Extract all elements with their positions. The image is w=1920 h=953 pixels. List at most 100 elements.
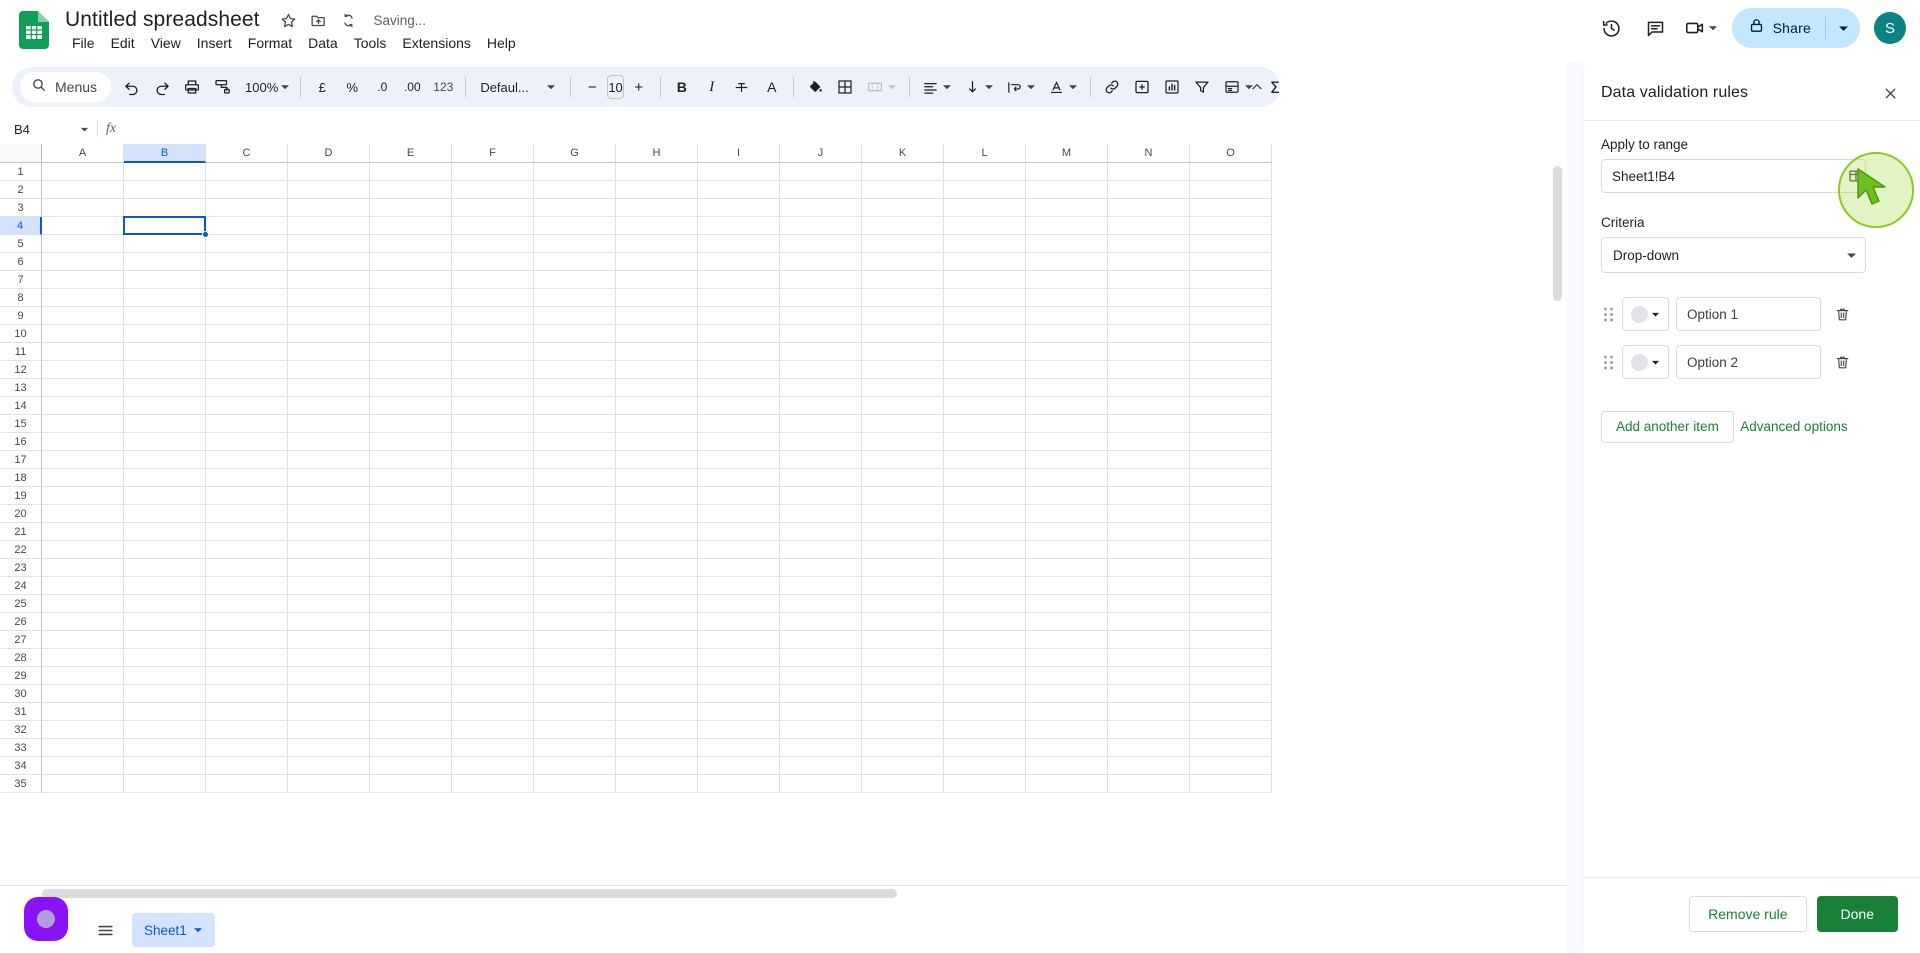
- cell-C20[interactable]: [206, 505, 288, 523]
- cell-F20[interactable]: [452, 505, 534, 523]
- cell-H13[interactable]: [616, 379, 698, 397]
- cell-N29[interactable]: [1108, 667, 1190, 685]
- cell-D21[interactable]: [288, 523, 370, 541]
- cell-E7[interactable]: [370, 271, 452, 289]
- cell-L23[interactable]: [944, 559, 1026, 577]
- cell-L27[interactable]: [944, 631, 1026, 649]
- cell-C23[interactable]: [206, 559, 288, 577]
- cell-M3[interactable]: [1026, 199, 1108, 217]
- cell-H17[interactable]: [616, 451, 698, 469]
- cell-B19[interactable]: [124, 487, 206, 505]
- cell-A6[interactable]: [42, 253, 124, 271]
- avatar[interactable]: S: [1874, 12, 1906, 44]
- cell-G7[interactable]: [534, 271, 616, 289]
- cell-B26[interactable]: [124, 613, 206, 631]
- cell-M33[interactable]: [1026, 739, 1108, 757]
- cell-F29[interactable]: [452, 667, 534, 685]
- cell-B2[interactable]: [124, 181, 206, 199]
- add-another-item-button[interactable]: Add another item: [1601, 410, 1734, 443]
- cell-M19[interactable]: [1026, 487, 1108, 505]
- cell-H15[interactable]: [616, 415, 698, 433]
- cell-B33[interactable]: [124, 739, 206, 757]
- cell-M16[interactable]: [1026, 433, 1108, 451]
- row-header-15[interactable]: 15: [0, 415, 42, 433]
- cell-C17[interactable]: [206, 451, 288, 469]
- cell-L30[interactable]: [944, 685, 1026, 703]
- cell-E4[interactable]: [370, 217, 452, 235]
- version-history-icon[interactable]: [1592, 8, 1632, 48]
- cell-G8[interactable]: [534, 289, 616, 307]
- menu-extensions[interactable]: Extensions: [394, 30, 478, 56]
- cell-L18[interactable]: [944, 469, 1026, 487]
- cell-D28[interactable]: [288, 649, 370, 667]
- cell-L29[interactable]: [944, 667, 1026, 685]
- cell-N15[interactable]: [1108, 415, 1190, 433]
- cell-C1[interactable]: [206, 163, 288, 181]
- cell-F13[interactable]: [452, 379, 534, 397]
- row-header-35[interactable]: 35: [0, 775, 42, 793]
- cell-M6[interactable]: [1026, 253, 1108, 271]
- cell-K27[interactable]: [862, 631, 944, 649]
- row-header-18[interactable]: 18: [0, 469, 42, 487]
- cell-C11[interactable]: [206, 343, 288, 361]
- cell-F11[interactable]: [452, 343, 534, 361]
- cell-A32[interactable]: [42, 721, 124, 739]
- cell-I11[interactable]: [698, 343, 780, 361]
- font-family-select[interactable]: Defaul...: [472, 72, 564, 102]
- horizontal-align-icon[interactable]: [916, 72, 958, 102]
- cell-I22[interactable]: [698, 541, 780, 559]
- cell-G35[interactable]: [534, 775, 616, 793]
- cell-N23[interactable]: [1108, 559, 1190, 577]
- cell-A24[interactable]: [42, 577, 124, 595]
- cell-C12[interactable]: [206, 361, 288, 379]
- cell-C4[interactable]: [206, 217, 288, 235]
- share-caret-icon[interactable]: [1826, 8, 1860, 48]
- zoom-control[interactable]: 100%: [237, 72, 294, 102]
- cell-J25[interactable]: [780, 595, 862, 613]
- cell-J20[interactable]: [780, 505, 862, 523]
- redo-icon[interactable]: [147, 72, 177, 102]
- cell-I19[interactable]: [698, 487, 780, 505]
- cell-D12[interactable]: [288, 361, 370, 379]
- fill-color-icon[interactable]: [800, 72, 830, 102]
- insert-link-icon[interactable]: [1097, 72, 1127, 102]
- row-header-29[interactable]: 29: [0, 667, 42, 685]
- cell-N19[interactable]: [1108, 487, 1190, 505]
- cell-J10[interactable]: [780, 325, 862, 343]
- cell-C33[interactable]: [206, 739, 288, 757]
- cell-G6[interactable]: [534, 253, 616, 271]
- cell-I7[interactable]: [698, 271, 780, 289]
- drag-handle-icon[interactable]: [1601, 352, 1615, 372]
- cell-K25[interactable]: [862, 595, 944, 613]
- cell-A15[interactable]: [42, 415, 124, 433]
- option-color-select[interactable]: [1622, 297, 1669, 331]
- cell-L25[interactable]: [944, 595, 1026, 613]
- cell-F32[interactable]: [452, 721, 534, 739]
- drag-handle-icon[interactable]: [1601, 304, 1615, 324]
- cell-I24[interactable]: [698, 577, 780, 595]
- cell-M8[interactable]: [1026, 289, 1108, 307]
- cell-N4[interactable]: [1108, 217, 1190, 235]
- cell-O8[interactable]: [1190, 289, 1272, 307]
- cell-I16[interactable]: [698, 433, 780, 451]
- cell-I23[interactable]: [698, 559, 780, 577]
- cell-A7[interactable]: [42, 271, 124, 289]
- cell-D15[interactable]: [288, 415, 370, 433]
- cell-B27[interactable]: [124, 631, 206, 649]
- cell-H28[interactable]: [616, 649, 698, 667]
- cell-L13[interactable]: [944, 379, 1026, 397]
- cell-G21[interactable]: [534, 523, 616, 541]
- cell-H34[interactable]: [616, 757, 698, 775]
- cell-O3[interactable]: [1190, 199, 1272, 217]
- cell-G13[interactable]: [534, 379, 616, 397]
- cell-N31[interactable]: [1108, 703, 1190, 721]
- cell-H20[interactable]: [616, 505, 698, 523]
- cell-C27[interactable]: [206, 631, 288, 649]
- cell-K14[interactable]: [862, 397, 944, 415]
- cell-I18[interactable]: [698, 469, 780, 487]
- row-header-26[interactable]: 26: [0, 613, 42, 631]
- cell-M9[interactable]: [1026, 307, 1108, 325]
- cell-F27[interactable]: [452, 631, 534, 649]
- cell-E2[interactable]: [370, 181, 452, 199]
- cell-B31[interactable]: [124, 703, 206, 721]
